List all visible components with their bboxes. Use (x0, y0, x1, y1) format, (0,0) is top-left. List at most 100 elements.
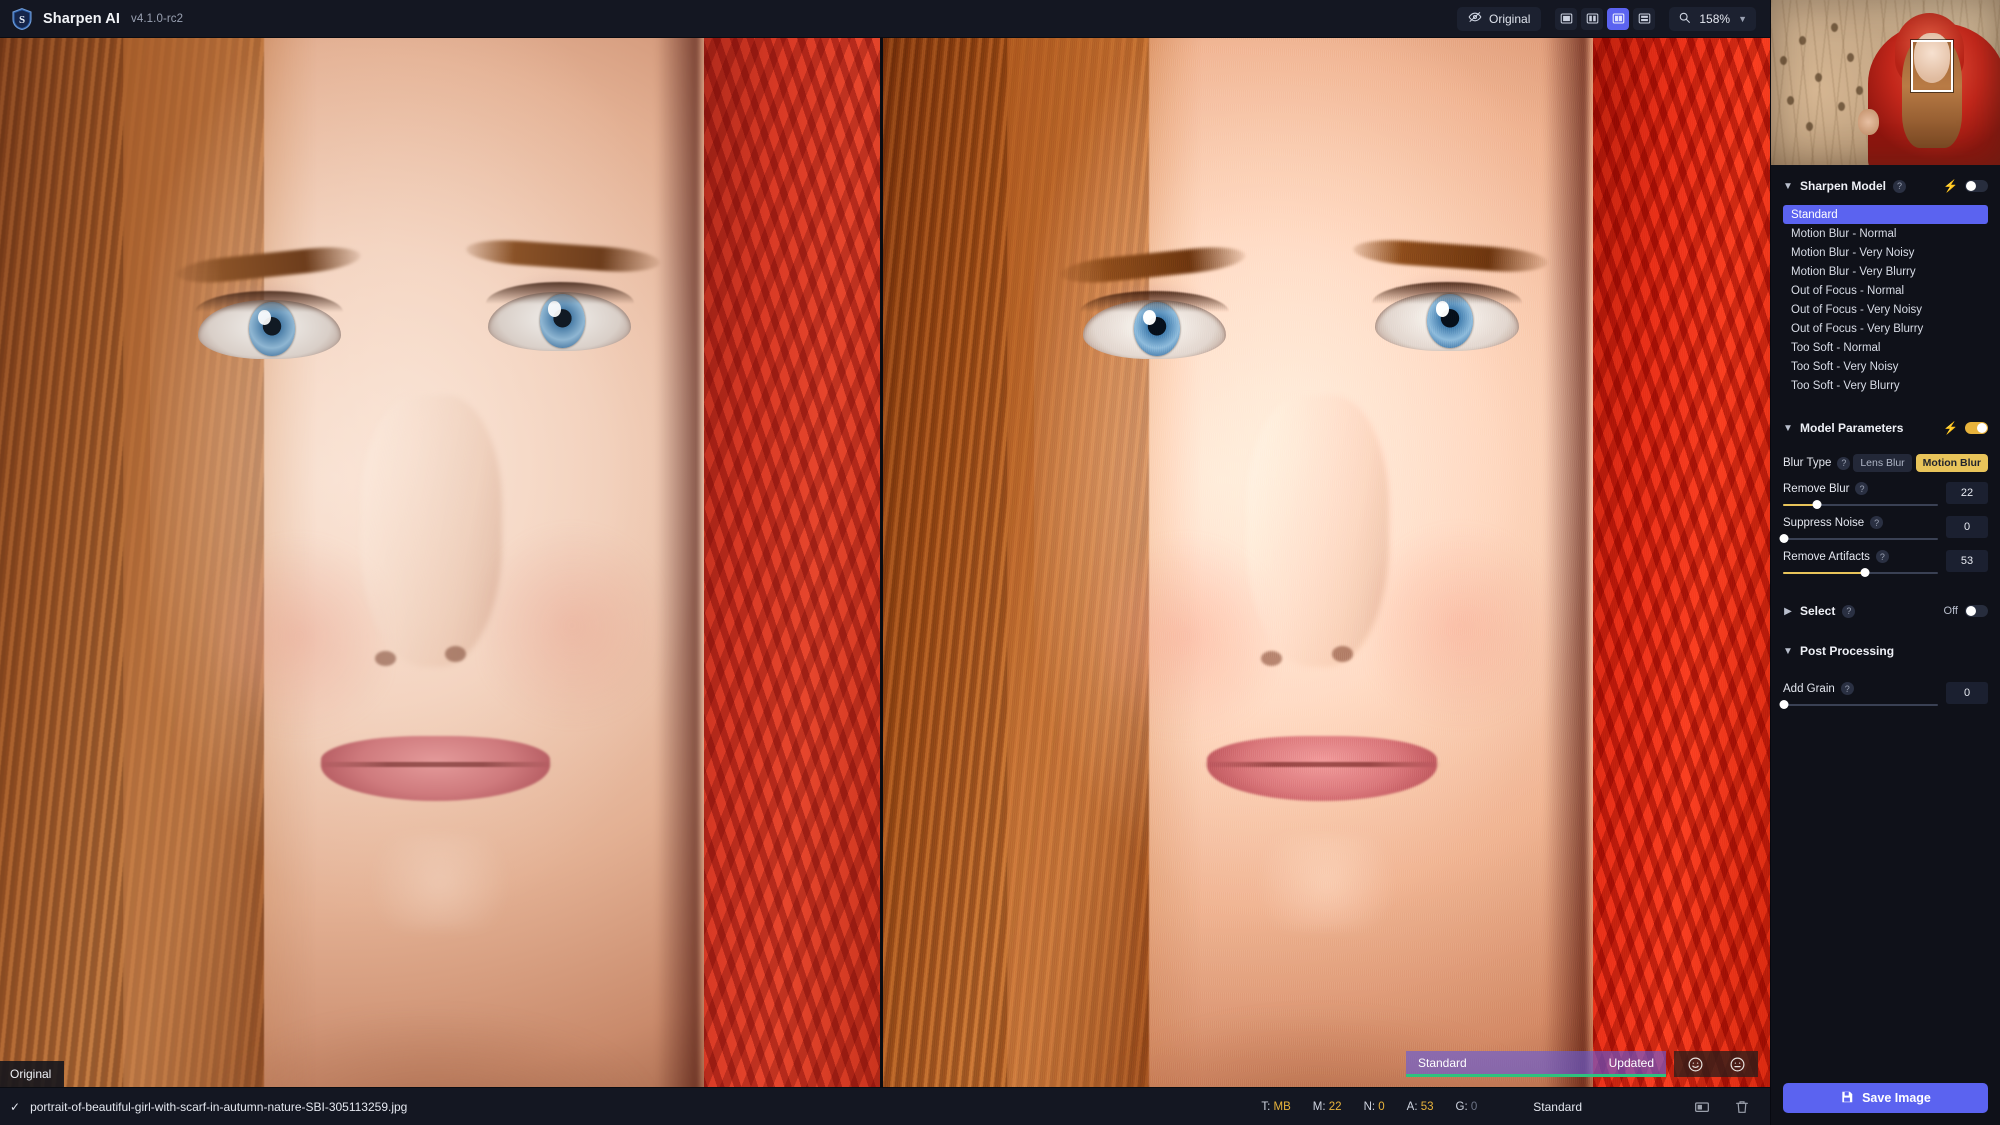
add-grain-slider-handle[interactable] (1779, 700, 1789, 709)
model-option-standard[interactable]: Standard (1783, 205, 1988, 224)
model-option-out-of-focus-normal[interactable]: Out of Focus - Normal (1783, 281, 1988, 300)
model-option-too-soft-very-noisy[interactable]: Too Soft - Very Noisy (1783, 357, 1988, 376)
original-image-pane[interactable]: Original (0, 38, 880, 1087)
camera-info-icon[interactable] (1694, 1099, 1710, 1115)
original-photo (0, 38, 880, 1087)
select-toggle[interactable] (1965, 605, 1988, 617)
remove-blur-help-icon[interactable]: ? (1855, 482, 1869, 495)
navigator-viewport-rect[interactable] (1911, 40, 1953, 92)
model-parameters-auto-toggle[interactable] (1965, 422, 1988, 434)
toolbar-right-group: Original 158% ▼ (1457, 6, 1770, 31)
model-parameters-header[interactable]: ▼ Model Parameters ⚡ (1783, 413, 1988, 443)
model-option-too-soft-very-blurry[interactable]: Too Soft - Very Blurry (1783, 376, 1988, 395)
status-icon-group (1604, 1099, 1770, 1115)
sharpen-model-auto-toggle[interactable] (1965, 180, 1988, 192)
suppress-noise-slider-handle[interactable] (1779, 534, 1789, 543)
remove-artifacts-help-icon[interactable]: ? (1875, 550, 1889, 563)
status-metrics-group: T: MB M: 22 N: 0 A: 53 G: 0 Standard (1261, 1099, 1770, 1115)
comparison-progress-strip: Standard Updated (1406, 1051, 1666, 1077)
remove-blur-label: Remove Blur (1783, 482, 1850, 495)
add-grain-slider-row: Add Grain ? 0 (1779, 682, 1988, 709)
add-grain-value[interactable]: 0 (1946, 682, 1988, 704)
magnifier-icon (1678, 11, 1691, 27)
metric-type: T: MB (1261, 1100, 1291, 1113)
original-toggle-button[interactable]: Original (1457, 6, 1542, 31)
chevron-down-icon[interactable]: ▼ (1783, 423, 1793, 434)
remove-artifacts-slider-track[interactable] (1783, 568, 1938, 577)
model-option-out-of-focus-very-noisy[interactable]: Out of Focus - Very Noisy (1783, 300, 1988, 319)
save-image-label: Save Image (1862, 1091, 1931, 1105)
processed-image-pane[interactable]: Standard Updated (883, 38, 1770, 1087)
post-processing-header[interactable]: ▼ Post Processing (1783, 636, 1988, 666)
remove-blur-slider-handle[interactable] (1812, 500, 1822, 509)
neutral-face-icon[interactable] (1729, 1056, 1746, 1073)
chevron-right-icon[interactable]: ▶ (1783, 606, 1793, 617)
compare-strip-left-label: Standard (1418, 1055, 1467, 1070)
shield-s-logo-icon: S (10, 7, 34, 31)
metric-remove-artifacts: A: 53 (1406, 1100, 1434, 1113)
svg-text:S: S (19, 14, 25, 26)
chevron-down-icon[interactable]: ▼ (1738, 14, 1747, 24)
image-canvas[interactable]: Original Standard Updated (0, 38, 1770, 1087)
smiley-face-icon[interactable] (1687, 1056, 1704, 1073)
trash-icon[interactable] (1734, 1099, 1750, 1115)
single-pane-icon[interactable] (1555, 7, 1578, 30)
remove-artifacts-label: Remove Artifacts (1783, 550, 1870, 563)
remove-blur-value[interactable]: 22 (1946, 482, 1988, 504)
app-title: Sharpen AI (43, 10, 121, 27)
blur-type-help-icon[interactable]: ? (1837, 456, 1851, 470)
side-by-side-icon[interactable] (1607, 7, 1630, 30)
file-info-group: ✓ portrait-of-beautiful-girl-with-scarf-… (0, 1100, 407, 1114)
chevron-down-icon[interactable]: ▼ (1783, 646, 1793, 657)
select-title: Select (1800, 604, 1836, 618)
model-parameters-section: ▼ Model Parameters ⚡ Blur Type ? Lens Bl… (1771, 407, 2000, 577)
split-pane-icon[interactable] (1581, 7, 1604, 30)
add-grain-slider-track[interactable] (1779, 700, 1938, 709)
stacked-pane-icon[interactable] (1633, 7, 1656, 30)
sharpen-model-help-icon[interactable]: ? (1893, 179, 1907, 193)
suppress-noise-slider-track[interactable] (1779, 534, 1938, 543)
top-toolbar: S Sharpen AI v4.1.0-rc2 Original 158% ▼ (0, 0, 1770, 38)
remove-blur-slider-row: Remove Blur ? 22 (1783, 482, 1988, 509)
zoom-level-value: 158% (1699, 11, 1731, 26)
remove-artifacts-slider-handle[interactable] (1860, 568, 1870, 577)
blur-type-motion-blur-button[interactable]: Motion Blur (1915, 454, 1988, 472)
metric-suppress-noise: N: 0 (1363, 1100, 1385, 1113)
suppress-noise-slider-row: Suppress Noise ? 0 (1779, 516, 1988, 543)
save-image-button[interactable]: Save Image (1783, 1083, 1988, 1113)
sharpen-ai-window: S Sharpen AI v4.1.0-rc2 Original 158% ▼ … (0, 0, 2000, 1125)
blur-type-row: Blur Type ? Lens Blur Motion Blur (1783, 454, 1988, 472)
select-help-icon[interactable]: ? (1842, 604, 1856, 618)
lightning-bolt-icon[interactable]: ⚡ (1943, 179, 1958, 193)
select-state-label: Off (1943, 605, 1958, 617)
blur-type-lens-blur-button[interactable]: Lens Blur (1853, 454, 1912, 472)
zoom-control[interactable]: 158% ▼ (1669, 6, 1756, 31)
checkmark-icon: ✓ (10, 1099, 21, 1114)
add-grain-help-icon[interactable]: ? (1840, 682, 1854, 695)
model-option-motion-blur-very-noisy[interactable]: Motion Blur - Very Noisy (1783, 243, 1988, 262)
navigator-thumbnail (1771, 0, 2000, 165)
sharpen-model-header[interactable]: ▼ Sharpen Model ? ⚡ (1783, 171, 1988, 201)
app-version: v4.1.0-rc2 (131, 12, 184, 25)
model-option-out-of-focus-very-blurry[interactable]: Out of Focus - Very Blurry (1783, 319, 1988, 338)
save-button-container: Save Image (1771, 1071, 2000, 1125)
model-option-motion-blur-very-blurry[interactable]: Motion Blur - Very Blurry (1783, 262, 1988, 281)
original-toggle-label: Original (1489, 11, 1531, 26)
chevron-down-icon[interactable]: ▼ (1783, 181, 1793, 192)
blur-type-label: Blur Type (1783, 457, 1832, 469)
feedback-icon-group (1674, 1051, 1758, 1077)
eye-off-icon (1468, 10, 1482, 27)
sharpen-model-section: ▼ Sharpen Model ? ⚡ Standard Motion Blur… (1771, 165, 2000, 395)
suppress-noise-value[interactable]: 0 (1946, 516, 1988, 538)
model-option-too-soft-normal[interactable]: Too Soft - Normal (1783, 338, 1988, 357)
save-disk-icon (1840, 1090, 1854, 1107)
lightning-bolt-icon[interactable]: ⚡ (1943, 421, 1958, 435)
remove-artifacts-value[interactable]: 53 (1946, 550, 1988, 572)
suppress-noise-help-icon[interactable]: ? (1870, 516, 1884, 529)
remove-blur-slider-track[interactable] (1783, 500, 1938, 509)
sharpen-model-list[interactable]: Standard Motion Blur - Normal Motion Blu… (1783, 205, 1988, 395)
navigator-preview[interactable] (1771, 0, 2000, 165)
original-pane-label: Original (0, 1061, 65, 1087)
model-option-motion-blur-normal[interactable]: Motion Blur - Normal (1783, 224, 1988, 243)
select-header[interactable]: ▶ Select ? Off (1783, 596, 1988, 626)
